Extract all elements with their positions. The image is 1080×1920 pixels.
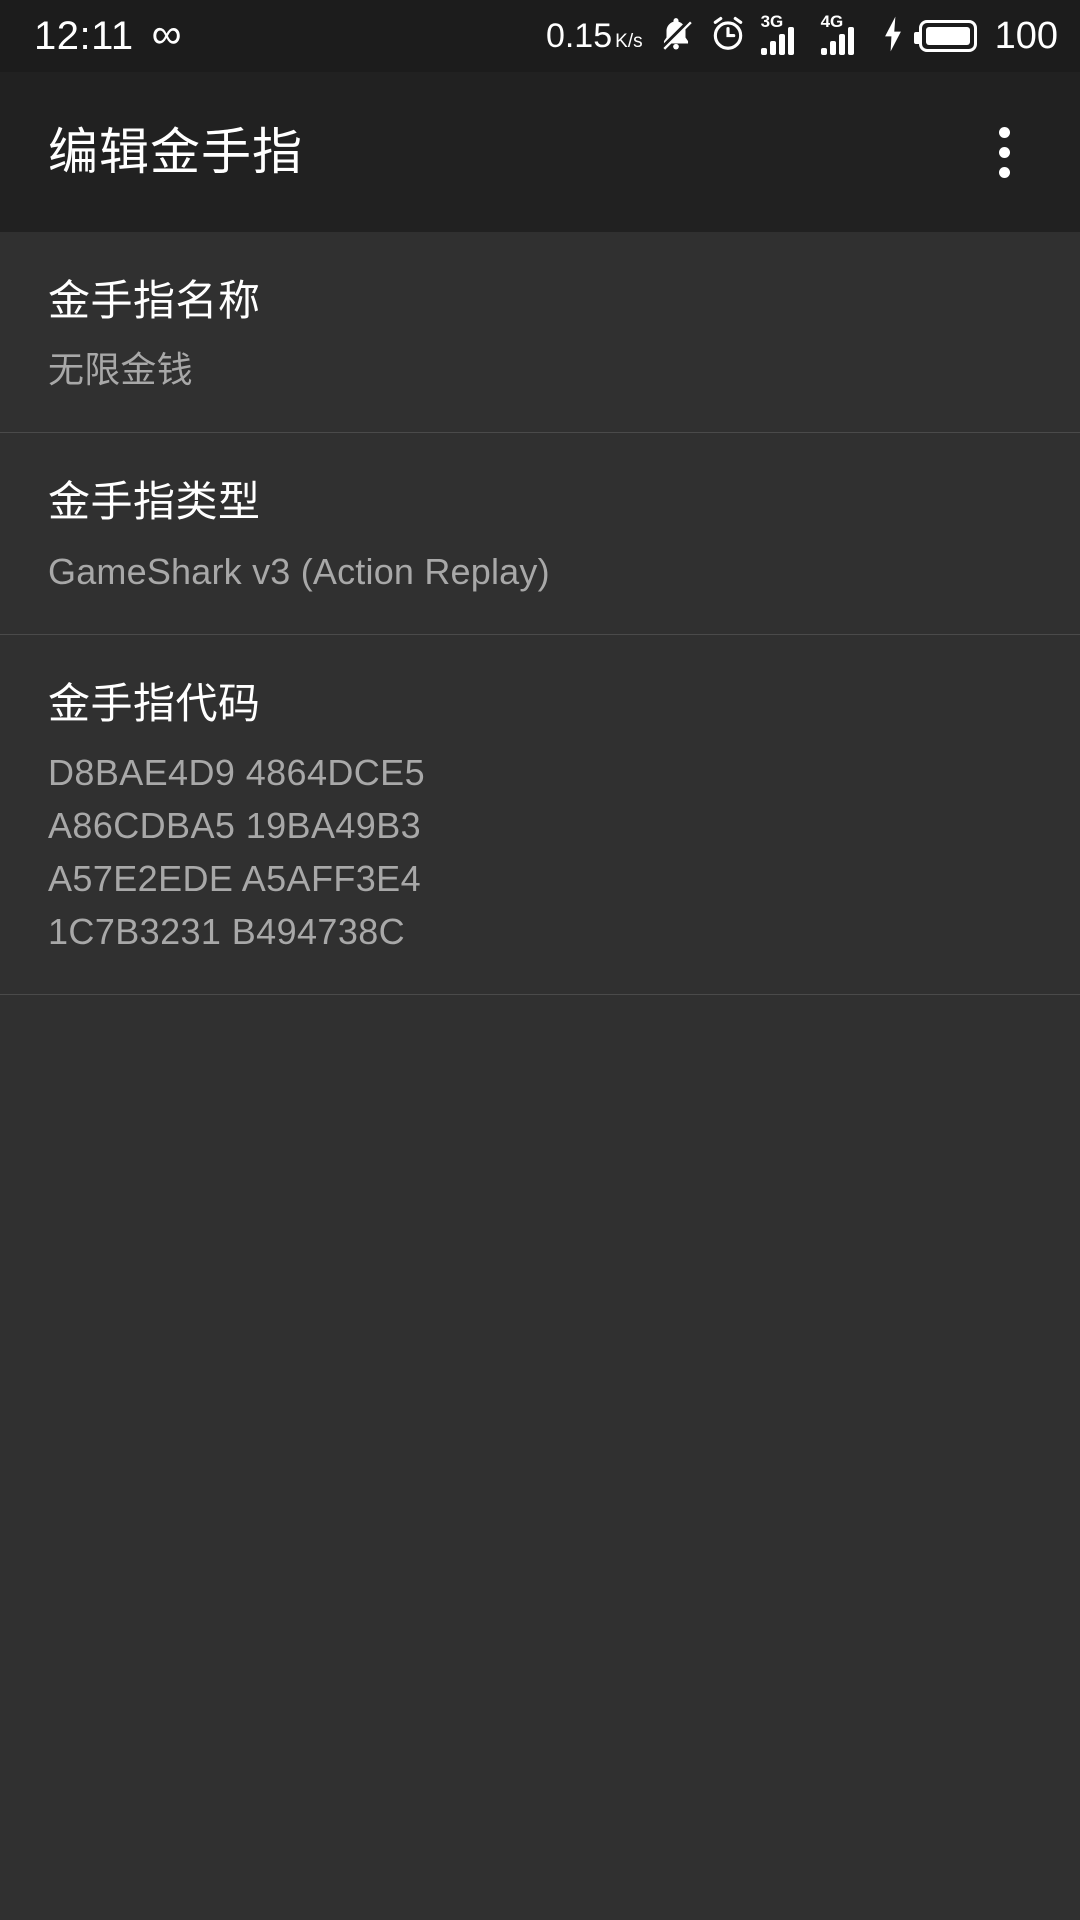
status-bar: 12:11 ∞ 0.15 K/s 3G 4G 100 xyxy=(0,0,1080,72)
preference-title: 金手指名称 xyxy=(48,277,261,324)
status-bar-left: 12:11 ∞ xyxy=(34,10,182,58)
preference-list: 金手指名称 无限金钱 金手指类型 GameShark v3 (Action Re… xyxy=(0,232,1080,995)
network-speed-value: 0.15 xyxy=(545,16,613,55)
preference-title: 金手指代码 xyxy=(48,679,261,727)
overflow-menu-button[interactable] xyxy=(962,110,1046,194)
cheat-code-lines: D8BAE4D9 4864DCE5 A86CDBA5 19BA49B3 A57E… xyxy=(48,751,1032,954)
signal-4g-bars xyxy=(820,27,854,55)
status-bar-right: 0.15 K/s 3G 4G 100 xyxy=(546,13,1058,59)
network-speed-unit: K/s xyxy=(615,30,643,52)
preference-cheat-code[interactable]: 金手指代码 D8BAE4D9 4864DCE5 A86CDBA5 19BA49B… xyxy=(0,635,1080,995)
network-speed-indicator: 0.15 K/s xyxy=(546,17,643,56)
signal-3g-bars xyxy=(760,27,794,55)
battery-icon xyxy=(913,20,977,52)
charging-bolt-icon xyxy=(881,15,905,58)
overflow-dot xyxy=(998,126,1010,138)
preference-cheat-type[interactable]: 金手指类型 GameShark v3 (Action Replay) xyxy=(0,433,1080,635)
preference-summary: 无限金钱 xyxy=(48,349,193,391)
infinity-icon: ∞ xyxy=(151,10,182,57)
preference-title: 金手指类型 xyxy=(48,478,261,526)
app-bar: 编辑金手指 xyxy=(0,72,1080,232)
cheat-code-line: 1C7B3231 B494738C xyxy=(48,910,406,952)
alarm-clock-icon xyxy=(709,14,747,59)
signal-3g-icon: 3G xyxy=(760,13,807,55)
cheat-code-line: A57E2EDE A5AFF3E4 xyxy=(48,857,422,899)
overflow-dot xyxy=(998,146,1010,158)
cheat-code-line: A86CDBA5 19BA49B3 xyxy=(48,804,422,846)
silent-bell-icon xyxy=(657,14,695,59)
cheat-code-line: D8BAE4D9 4864DCE5 xyxy=(48,751,426,793)
overflow-dot xyxy=(998,166,1010,178)
battery-level-label: 100 xyxy=(994,14,1058,57)
status-bar-clock: 12:11 xyxy=(34,14,134,58)
signal-4g-icon: 4G xyxy=(820,13,867,55)
preference-cheat-name[interactable]: 金手指名称 无限金钱 xyxy=(0,232,1080,434)
page-title: 编辑金手指 xyxy=(48,123,303,180)
preference-summary: GameShark v3 (Action Replay) xyxy=(48,550,550,592)
